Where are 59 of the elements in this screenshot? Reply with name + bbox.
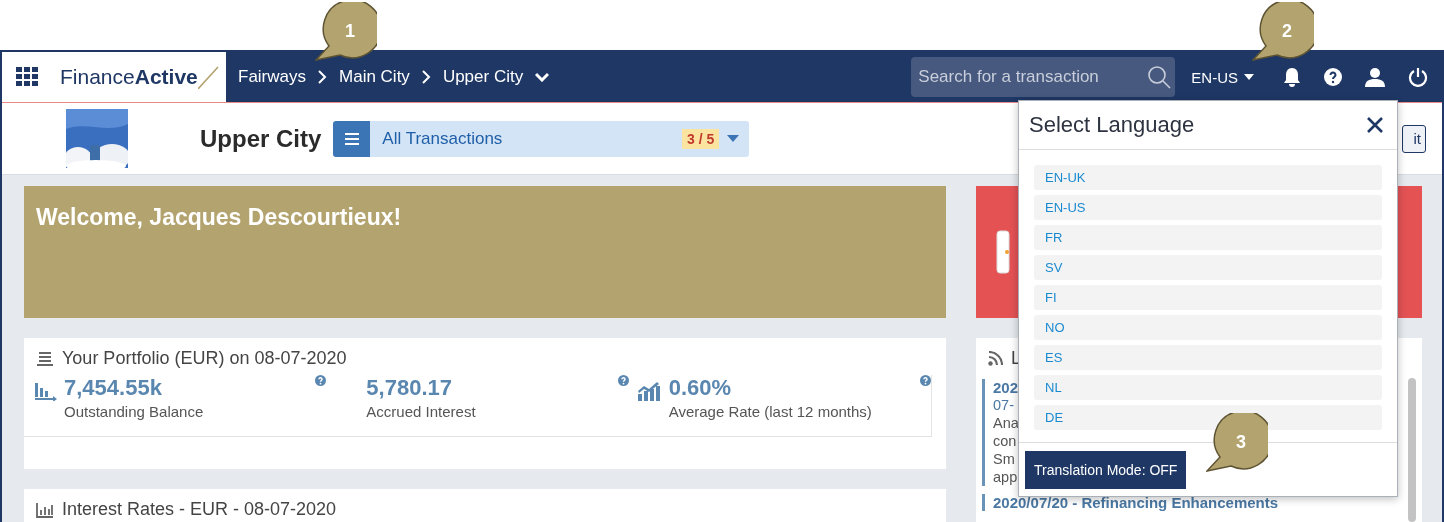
news-text: Ana xyxy=(993,414,1019,432)
news-text: con xyxy=(993,432,1017,450)
device-icon xyxy=(996,230,1010,274)
language-option[interactable]: FI xyxy=(1034,285,1382,310)
menu-button[interactable] xyxy=(333,120,371,157)
search-icon[interactable] xyxy=(1147,65,1172,89)
card-title: Interest Rates - EUR - 08-07-2020 xyxy=(62,499,337,520)
language-option[interactable]: NL xyxy=(1034,375,1382,400)
metric-value: 0.60% xyxy=(668,375,733,401)
language-option[interactable]: EN-US xyxy=(1034,195,1382,220)
language-option[interactable]: DE xyxy=(1034,405,1382,430)
language-option[interactable]: SV xyxy=(1034,255,1382,280)
callout-badge: 1 xyxy=(315,2,377,62)
close-button[interactable] xyxy=(1367,117,1383,133)
metric-value: 5,780.17 xyxy=(366,375,453,401)
bar-chart-icon xyxy=(36,501,54,518)
metric-label: Accrued Interest xyxy=(366,403,476,420)
scrollbar[interactable] xyxy=(1408,378,1416,522)
callout-badge: 3 xyxy=(1206,413,1268,473)
chevron-down-icon[interactable] xyxy=(535,72,550,82)
welcome-message: Welcome, Jacques Descourtieux! xyxy=(36,204,402,230)
notification-bell-icon[interactable] xyxy=(1282,67,1302,87)
breadcrumb-link[interactable]: Fairways xyxy=(238,67,306,87)
breadcrumb-link[interactable]: Main City xyxy=(339,67,410,87)
rss-icon xyxy=(988,351,1003,366)
list-icon xyxy=(36,350,54,367)
card-title: Your Portfolio (EUR) on 08-07-2020 xyxy=(62,348,347,369)
callout-badge: 2 xyxy=(1252,2,1314,62)
chevron-right-icon xyxy=(421,70,431,84)
panel-title: Select Language xyxy=(1029,112,1196,138)
news-date: 07- xyxy=(993,396,1014,414)
news-title-link[interactable]: 2020/07/20 - Refinancing Enhancements xyxy=(993,494,1279,511)
caret-icon[interactable] xyxy=(1244,74,1254,80)
metric-label: Average Rate (last 12 months) xyxy=(668,403,872,420)
menu-icon[interactable] xyxy=(344,132,359,145)
language-dropdown[interactable]: EN-US xyxy=(1187,64,1258,90)
transaction-view-dropdown[interactable]: All Transactions 3 / 5 xyxy=(370,120,750,157)
apps-grid-icon[interactable] xyxy=(16,67,38,87)
metric-value: 7,454.55k xyxy=(64,375,163,401)
language-option[interactable]: ES xyxy=(1034,345,1382,370)
bar-chart-icon xyxy=(34,381,58,401)
page-title: Upper City xyxy=(200,124,322,153)
translation-mode-button[interactable]: Translation Mode: OFF xyxy=(1025,451,1187,489)
search-field[interactable]: Search for a transaction xyxy=(911,57,1176,97)
breadcrumb-link[interactable]: Upper City xyxy=(442,67,524,87)
news-title-link[interactable]: 202 xyxy=(993,379,1019,396)
power-icon[interactable] xyxy=(1408,67,1428,87)
help-icon[interactable] xyxy=(1324,68,1342,86)
language-option[interactable]: EN-UK xyxy=(1034,165,1382,190)
language-option[interactable]: FR xyxy=(1034,225,1382,250)
news-text: app xyxy=(993,468,1018,486)
count-badge: 3 / 5 xyxy=(682,128,720,149)
growth-chart-icon xyxy=(636,381,663,401)
language-option[interactable]: NO xyxy=(1034,315,1382,340)
user-icon[interactable] xyxy=(1364,67,1386,87)
edit-button[interactable]: it xyxy=(1402,124,1426,153)
metric-label: Outstanding Balance xyxy=(64,403,204,420)
news-text: Sm xyxy=(993,450,1015,468)
chevron-right-icon xyxy=(318,70,327,84)
